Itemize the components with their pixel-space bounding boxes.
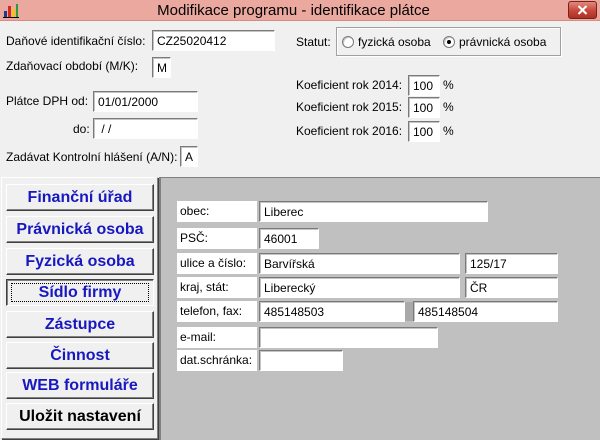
radio-circle [443,36,455,48]
street-label: ulice a číslo: [177,253,257,274]
databox-label: dat.schránka: [177,350,257,371]
address-panel: obec: PSČ: ulice a číslo: kraj, stát: te… [159,177,600,440]
title-bar[interactable]: Modifikace programu - identifikace plátc… [0,0,600,21]
street-field[interactable] [259,253,460,274]
zip-field[interactable] [259,228,319,249]
radio-label: fyzická osoba [358,35,431,49]
nav-button-label: Právnická osoba [16,221,144,238]
percent-unit: % [443,78,454,92]
dic-label: Daňové identifikační číslo: [6,34,146,48]
status-label: Statut: [296,35,331,49]
bar-chart-icon [3,4,19,18]
coefficient-2014-label: Koeficient rok 2014: [296,78,403,92]
coefficient-2015-field[interactable] [408,97,440,118]
nav-button-pravnicka-osoba[interactable]: Právnická osoba [6,216,154,243]
focus-rect [11,283,149,302]
vat-to-label: do: [73,122,90,136]
coefficient-2016-label: Koeficient rok 2016: [296,124,403,138]
period-label: Zdaňovací období (M/K): [6,59,139,73]
vat-from-field[interactable] [93,91,198,112]
nav-button-label: Činnost [50,347,110,364]
radio-label: právnická osoba [459,35,547,49]
dic-field[interactable] [152,30,275,51]
region-field[interactable] [259,277,460,298]
nav-button-fyzicka-osoba[interactable]: Fyzická osoba [6,248,154,275]
phone-field[interactable] [259,301,405,322]
city-field[interactable] [259,201,488,222]
nav-button-cinnost[interactable]: Činnost [6,342,154,369]
close-icon [577,5,588,15]
region-label: kraj, stát: [177,277,257,298]
zip-label: PSČ: [177,228,257,249]
close-button[interactable] [568,1,597,19]
nav-button-label: Zástupce [44,316,116,333]
control-report-label: Zadávat Kontrolní hlášení (A/N): [6,150,178,164]
nav-button-label: Fyzická osoba [25,253,135,270]
nav-button-web-formulare[interactable]: WEB formuláře [6,372,154,399]
databox-field[interactable] [259,350,343,371]
country-field[interactable] [465,277,558,298]
period-field[interactable] [152,57,171,78]
vat-to-field[interactable] [93,118,198,139]
phone-label: telefon, fax: [177,301,257,322]
coefficient-2016-field[interactable] [408,121,440,142]
percent-unit: % [443,100,454,114]
email-field[interactable] [259,327,438,348]
nav-button-label: Uložit nastavení [19,408,141,425]
nav-panel: Finanční úřad Právnická osoba Fyzická os… [1,177,158,439]
radio-circle [342,36,354,48]
coefficient-2014-field[interactable] [408,75,440,96]
email-label: e-mail: [177,327,257,348]
nav-button-zastupce[interactable]: Zástupce [6,311,154,338]
status-option-pravnicka-osoba[interactable]: právnická osoba [443,34,546,50]
house-number-field[interactable] [465,253,558,274]
phone-fax-separator [405,302,413,321]
city-label: obec: [177,201,257,222]
coefficient-2015-label: Koeficient rok 2015: [296,100,403,114]
percent-unit: % [443,124,454,138]
fax-field[interactable] [413,301,558,322]
nav-button-sidlo-firmy[interactable]: Sídlo firmy [6,279,154,306]
status-option-fyzicka-osoba[interactable]: fyzická osoba [342,34,431,50]
nav-button-financni-urad[interactable]: Finanční úřad [6,184,154,211]
save-settings-button[interactable]: Uložit nastavení [6,403,154,430]
control-report-field[interactable] [180,146,198,167]
window-title: Modifikace programu - identifikace plátc… [157,2,430,19]
vat-from-label: Plátce DPH od: [6,94,89,108]
nav-button-label: WEB formuláře [22,377,138,394]
nav-button-label: Finanční úřad [27,189,133,206]
